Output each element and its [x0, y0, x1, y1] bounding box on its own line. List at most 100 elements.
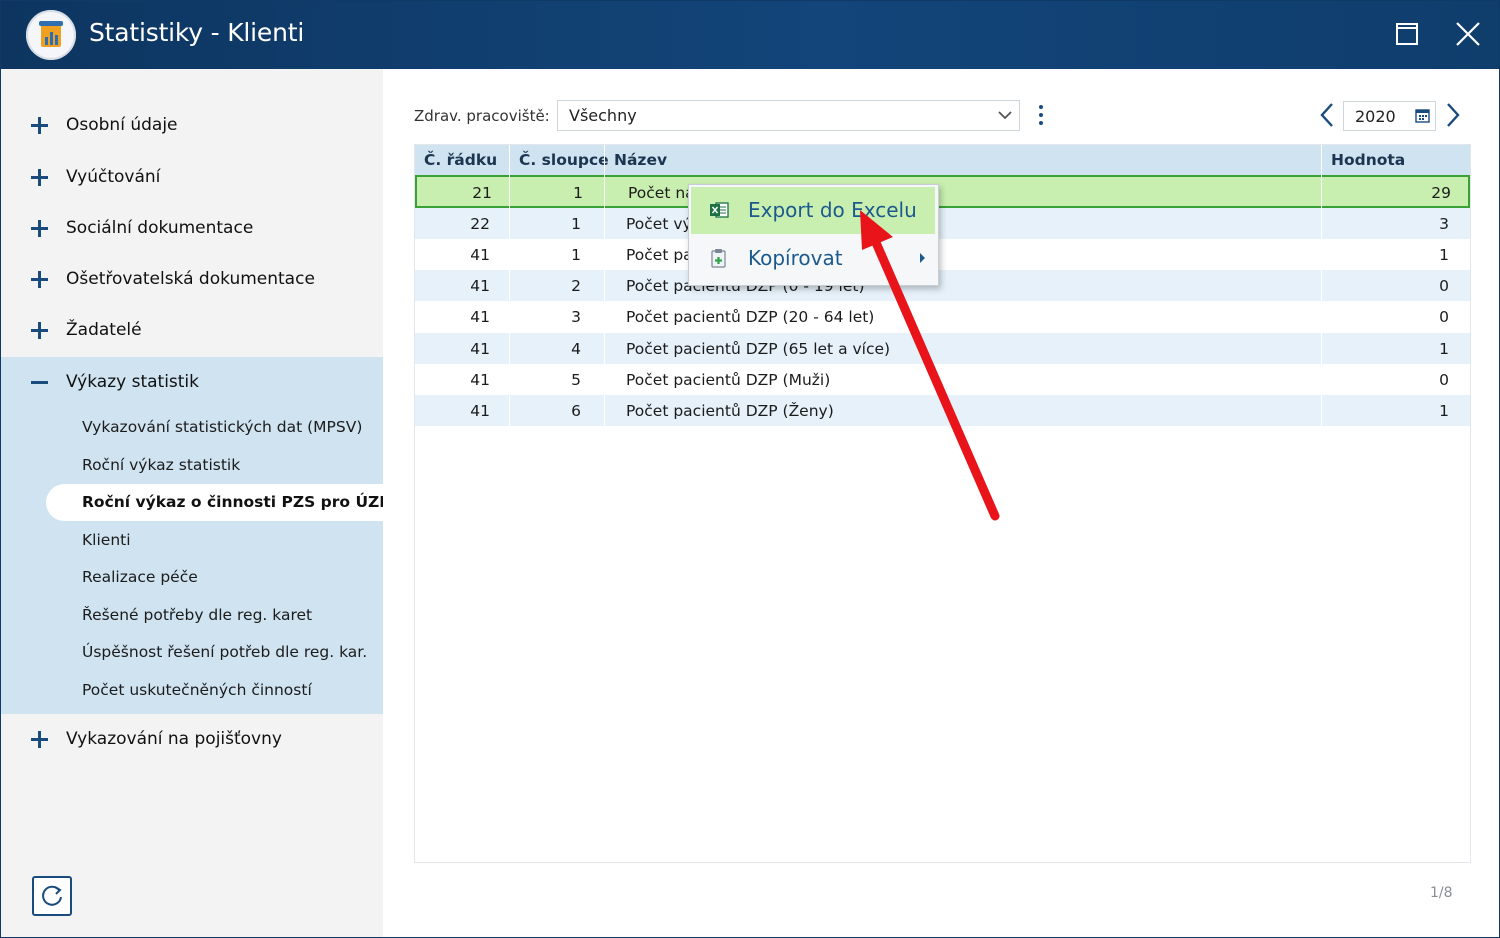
table-row[interactable]: 41 1 Počet pa 1 [415, 239, 1470, 270]
table-row[interactable]: 41 2 Počet pacientů DZP (0 - 19 let) 0 [415, 270, 1470, 301]
cell-radek: 41 [470, 402, 490, 420]
cell-nazev: Počet ná [628, 184, 695, 202]
cell-sloupec: 1 [571, 215, 581, 233]
menu-item-label: Kopírovat [748, 246, 843, 270]
sidebar-item-label: Vyúčtování [66, 167, 161, 187]
cell-hodnota: 29 [1431, 184, 1451, 202]
plus-icon [31, 220, 48, 237]
column-header-hodnota[interactable]: Hodnota [1331, 151, 1405, 169]
close-icon [1456, 22, 1480, 46]
cell-hodnota: 0 [1439, 277, 1449, 295]
chevron-right-icon [1447, 103, 1460, 127]
maximize-button[interactable] [1387, 14, 1427, 54]
column-header-sloupec[interactable]: Č. sloupce [519, 151, 609, 169]
submenu-arrow-icon [920, 253, 925, 263]
excel-icon [710, 202, 729, 218]
year-input[interactable]: 2020 [1343, 101, 1436, 131]
sidebar-item-label: Sociální dokumentace [66, 218, 254, 238]
sidebar-item-vyuctovani[interactable]: Vyúčtování [0, 152, 383, 203]
cell-nazev: Počet pacientů DZP (Ženy) [626, 402, 834, 420]
menu-item-label: Export do Excelu [748, 198, 917, 222]
cell-sloupec: 1 [573, 184, 583, 202]
menu-item-export-excel[interactable]: Export do Excelu [691, 187, 935, 234]
cell-radek: 41 [470, 340, 490, 358]
subitem-pocet-cinnosti[interactable]: Počet uskutečněných činností [82, 681, 312, 699]
clipboard-icon [711, 249, 726, 268]
cell-radek: 22 [470, 215, 490, 233]
more-dot-icon [1039, 105, 1043, 109]
subitem-uspesnost-reseni[interactable]: Úspěšnost řešení potřeb dle reg. kar. [82, 643, 367, 661]
close-button[interactable] [1448, 14, 1488, 54]
more-dot-icon [1039, 121, 1043, 125]
year-next-button[interactable] [1442, 100, 1464, 130]
minus-icon [31, 374, 48, 391]
table-row[interactable]: 41 5 Počet pacientů DZP (Muži) 0 [415, 364, 1470, 395]
context-menu: Export do Excelu Kopírovat [688, 184, 939, 286]
sidebar-item-osetrovatelska-dokumentace[interactable]: Ošetřovatelská dokumentace [0, 254, 383, 305]
cell-nazev: Počet pacientů DZP (65 let a více) [626, 340, 891, 358]
cell-nazev: Počet vý [626, 215, 692, 233]
cell-nazev: Počet pacientů DZP (20 - 64 let) [626, 308, 875, 326]
more-options-button[interactable] [1033, 103, 1049, 127]
plus-icon [31, 117, 48, 134]
statistics-table: Č. řádku Č. sloupce Název Hodnota 21 1 P… [414, 144, 1471, 863]
cell-radek: 41 [470, 277, 490, 295]
year-prev-button[interactable] [1316, 100, 1338, 130]
sidebar-item-label: Výkazy statistik [66, 372, 200, 392]
cell-sloupec: 2 [571, 277, 581, 295]
column-header-nazev[interactable]: Název [614, 151, 667, 169]
cell-sloupec: 3 [571, 308, 581, 326]
sidebar-item-vykazovani-na-pojistovny[interactable]: Vykazování na pojišťovny [0, 714, 383, 765]
sidebar-item-osobni-udaje[interactable]: Osobní údaje [0, 100, 383, 151]
refresh-icon [42, 885, 62, 906]
menu-item-kopirovat[interactable]: Kopírovat [691, 235, 935, 282]
column-header-radek[interactable]: Č. řádku [424, 151, 497, 169]
more-dot-icon [1039, 113, 1043, 117]
workplace-select-value: Všechny [569, 106, 637, 125]
plus-icon [31, 731, 48, 748]
table-row[interactable]: 41 3 Počet pacientů DZP (20 - 64 let) 0 [415, 301, 1470, 332]
cell-hodnota: 3 [1439, 215, 1449, 233]
table-row[interactable]: 21 1 Počet ná 29 [415, 175, 1470, 208]
table-row[interactable]: 41 6 Počet pacientů DZP (Ženy) 1 [415, 395, 1470, 426]
sidebar-item-label: Žadatelé [66, 320, 142, 340]
chevron-left-icon [1320, 103, 1333, 127]
subitem-realizace-pece[interactable]: Realizace péče [82, 568, 198, 586]
subitem-klienti[interactable]: Klienti [82, 531, 131, 549]
cell-hodnota: 0 [1439, 371, 1449, 389]
subitem-rocni-vykaz-pzs-uzis[interactable]: Roční výkaz o činnosti PZS pro ÚZIS [46, 484, 396, 521]
plus-icon [31, 169, 48, 186]
cell-hodnota: 1 [1439, 402, 1449, 420]
cell-hodnota: 1 [1439, 340, 1449, 358]
cell-sloupec: 6 [571, 402, 581, 420]
sidebar-item-zadatele[interactable]: Žadatelé [0, 305, 383, 356]
subitem-vykazovani-statistickych-dat[interactable]: Vykazování statistických dat (MPSV) [82, 418, 362, 436]
table-row[interactable]: 22 1 Počet vý 3 [415, 208, 1470, 239]
table-row[interactable]: 41 4 Počet pacientů DZP (65 let a více) … [415, 333, 1470, 364]
cell-radek: 41 [470, 371, 490, 389]
plus-icon [31, 322, 48, 339]
workplace-select[interactable]: Všechny [557, 100, 1020, 131]
cell-hodnota: 0 [1439, 308, 1449, 326]
sidebar-item-label: Osobní údaje [66, 115, 178, 135]
sidebar-item-vykazy-statistik[interactable]: Výkazy statistik [0, 357, 383, 408]
cell-hodnota: 1 [1439, 246, 1449, 264]
cell-radek: 41 [470, 308, 490, 326]
calendar-icon[interactable] [1415, 108, 1430, 123]
window-title: Statistiky - Klienti [89, 18, 305, 47]
subitem-resene-potreby[interactable]: Řešené potřeby dle reg. karet [82, 606, 312, 624]
cell-sloupec: 5 [571, 371, 581, 389]
refresh-button[interactable] [32, 876, 72, 916]
table-header: Č. řádku Č. sloupce Název Hodnota [415, 145, 1470, 175]
sidebar-item-label: Vykazování na pojišťovny [66, 729, 282, 749]
subitem-label: Roční výkaz o činnosti PZS pro ÚZIS [82, 493, 397, 511]
cell-sloupec: 1 [571, 246, 581, 264]
maximize-icon [1396, 23, 1418, 45]
workplace-filter-label: Zdrav. pracoviště: [414, 107, 550, 125]
subitem-rocni-vykaz-statistik[interactable]: Roční výkaz statistik [82, 456, 240, 474]
app-logo-icon [26, 10, 76, 60]
cell-radek: 21 [472, 184, 492, 202]
page-indicator: 1/8 [1430, 885, 1453, 901]
cell-nazev: Počet pa [626, 246, 693, 264]
sidebar-item-socialni-dokumentace[interactable]: Sociální dokumentace [0, 203, 383, 254]
